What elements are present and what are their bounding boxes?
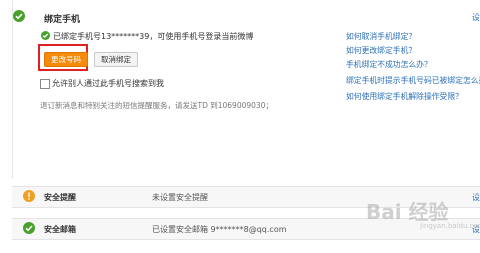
bind-status-text: 已绑定手机号13*******39，可使用手机号登录当前微博 xyxy=(53,32,254,41)
small-check-icon xyxy=(41,31,50,40)
security-alert-status: 未设置安全提醒 xyxy=(152,193,208,202)
help-link-change[interactable]: 如何更改绑定手机？ xyxy=(346,45,416,56)
check-circle-icon xyxy=(13,10,25,22)
unsubscribe-hint: 退订新消息和特别关注的短信提醒服务，请发送TD 到1069009030； xyxy=(40,101,273,110)
security-email-title: 安全邮箱 xyxy=(44,225,76,234)
bind-phone-panel xyxy=(12,0,480,179)
help-link-restriction[interactable]: 如何使用绑定手机解除操作受限？ xyxy=(346,91,463,102)
help-link-fail[interactable]: 手机绑定不成功怎么办？ xyxy=(346,59,432,70)
unbind-button[interactable]: 取消绑定 xyxy=(94,52,138,67)
settings-link[interactable]: 设 xyxy=(472,12,480,23)
security-alert-settings-link[interactable]: 设 xyxy=(472,192,480,203)
warning-icon xyxy=(23,190,35,202)
allow-search-checkbox[interactable] xyxy=(40,79,50,89)
change-number-button[interactable]: 更改号码 xyxy=(44,52,88,67)
baidu-watermark-url: jingyan.baidu.com xyxy=(420,222,480,230)
section-title: 绑定手机 xyxy=(44,15,81,25)
security-alert-title: 安全提醒 xyxy=(44,193,76,202)
baidu-watermark: Bai 经验 xyxy=(366,200,449,224)
email-check-icon xyxy=(23,222,35,234)
help-link-cancel[interactable]: 如何取消手机绑定？ xyxy=(346,31,416,42)
help-link-already-bound[interactable]: 绑定手机时提示手机号码已被绑定怎么办 xyxy=(346,75,480,86)
allow-search-label: 允许别人通过此手机号搜索到我 xyxy=(52,79,164,88)
security-email-status: 已设置安全邮箱 9*******8@qq.com xyxy=(152,225,287,234)
